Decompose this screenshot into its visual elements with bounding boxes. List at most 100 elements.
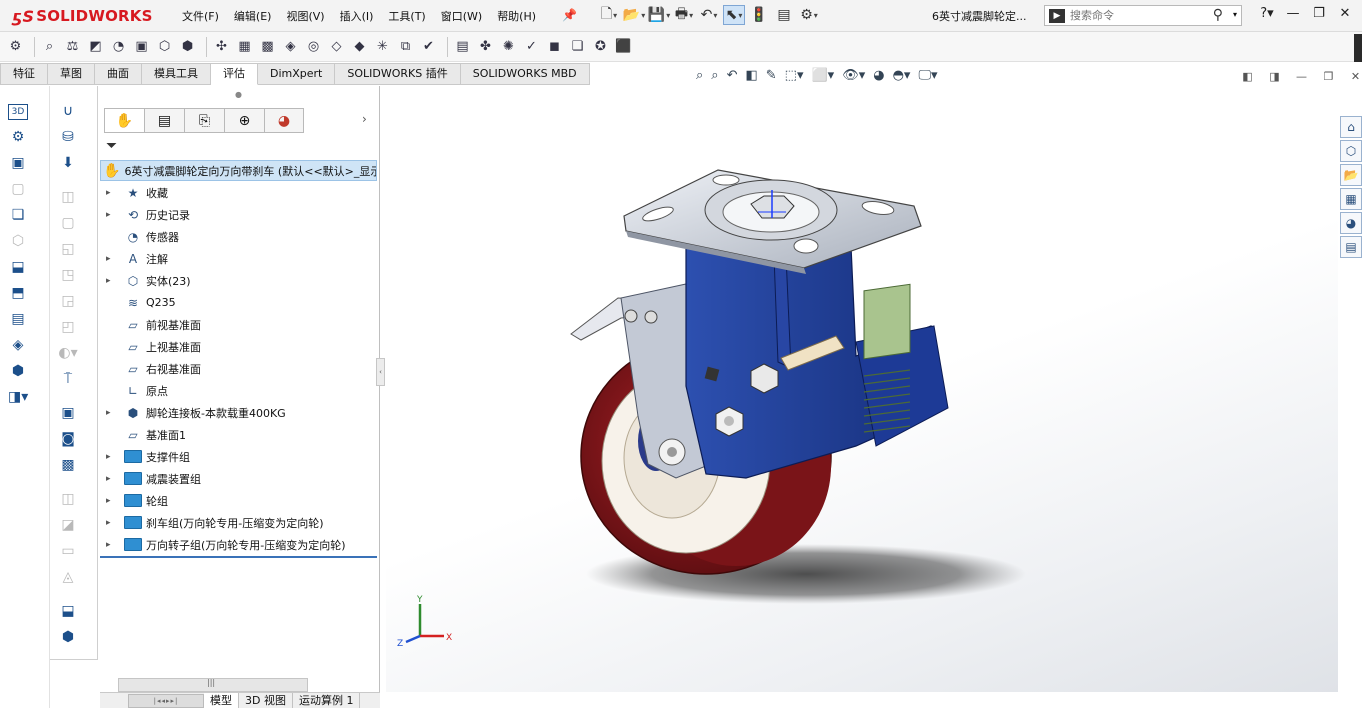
command-search-box[interactable]: ▶ ⚲ ▾ [1044,5,1242,26]
plastics-icon[interactable]: ✪ [591,37,610,56]
weldment-icon[interactable]: ⬓ [58,602,78,620]
apply-scene-icon[interactable]: ◓▾ [893,68,911,83]
tree-node[interactable]: ▱ 基准面1 [100,424,377,445]
view-settings-icon[interactable]: 🖵▾ [918,68,937,83]
section-properties-icon[interactable]: ◩ [86,37,105,56]
costing-icon[interactable]: ✺ [499,37,518,56]
dimxpert-manager-tab-icon[interactable]: ⊕ [224,108,264,133]
expand-arrow-icon[interactable]: ▸ [106,408,116,418]
tree-node[interactable]: ▸ A 注解 [100,248,377,269]
design-library-icon[interactable]: ⬡ [1340,140,1362,162]
wrap-icon[interactable]: ▣ [58,404,78,422]
help-question-icon[interactable]: ?▾ [1254,6,1280,21]
display-style-icon[interactable]: ⬜▾ [811,68,834,83]
smart-fastener-icon[interactable]: ⛁ [58,128,78,146]
mass-properties-icon[interactable]: ⚖ [63,37,82,56]
zebra-stripes-icon[interactable]: ▦ [235,37,254,56]
move-component-icon[interactable]: ⬇ [58,154,78,172]
checkmark-circle-icon[interactable]: ✓ [522,37,541,56]
measure-icon[interactable]: ⌕ [40,37,59,56]
parting-line-icon[interactable]: ◇ [327,37,346,56]
magnet-icon[interactable]: ∪ [58,102,78,120]
simulation-expert-icon[interactable]: ▤ [453,37,472,56]
custom-properties-icon[interactable]: ▤ [1340,236,1362,258]
toolbar-scroll-handle[interactable] [1354,34,1362,62]
tree-horizontal-scrollbar[interactable] [118,678,308,692]
tree-node[interactable]: ▸ ★ 收藏 [100,182,377,203]
caster-wheel-model[interactable] [386,86,1338,692]
grid-pattern-icon[interactable]: ▩ [58,456,78,474]
expand-arrow-icon[interactable]: ▸ [106,474,116,484]
restore-icon[interactable]: ❐ [1306,6,1332,21]
filter-funnel-icon[interactable]: ⏷ [106,138,117,154]
view-orientation-icon[interactable]: ⬚▾ [785,68,804,83]
configuration-manager-tab-icon[interactable]: ⎘ [184,108,224,133]
expand-arrow-icon[interactable]: ▸ [106,540,116,550]
compare-documents-icon[interactable]: ⧉ [396,37,415,56]
sensor-toolbar-icon[interactable]: ◔ [109,37,128,56]
flow-simulation-icon[interactable]: ✤ [476,37,495,56]
tree-node[interactable]: ▸ 轮组 [100,490,377,511]
expand-arrow-icon[interactable]: ▸ [106,188,116,198]
interference-detection-icon[interactable]: ✣ [212,37,231,56]
tab-evaluate[interactable]: 评估 [211,63,258,85]
sheet-stack-icon[interactable]: ❏ [568,37,587,56]
pattern-icon[interactable]: ❏ [8,206,28,224]
zoom-to-area-icon[interactable]: ⌕ [711,68,718,83]
symmetry-check-icon[interactable]: ✳ [373,37,392,56]
menu-edit[interactable]: 编辑(E) [234,8,272,24]
revolve-icon[interactable]: ⬒ [8,284,28,302]
open-document-icon[interactable]: 📂 [623,5,645,25]
tab-solidworks-addins[interactable]: SOLIDWORKS 插件 [335,63,461,85]
tree-root-part[interactable]: ✋ 6英寸减震脚轮定向万向带刹车 (默认<<默认>_显示状态 1>) [100,160,377,181]
expand-arrow-icon[interactable]: ▸ [106,210,116,220]
doc-close-icon[interactable]: ✕ [1342,70,1362,83]
select-pointer-icon[interactable]: ⬉ [723,5,745,25]
assembly-mate-icon[interactable]: ⚙ [8,128,28,146]
design-checker-icon[interactable]: ⚙ [6,37,25,56]
instant3d-icon[interactable]: ⬢ [58,628,78,646]
extrude-icon[interactable]: ⬓ [8,258,28,276]
appearances-scenes-icon[interactable]: ◕ [1340,212,1362,234]
tab-motion-study-1[interactable]: 运动算例 1 [293,692,361,708]
tree-node[interactable]: ▸ 万向转子组(万向轮专用-压缩变为定向轮) [100,534,377,555]
tab-solidworks-mbd[interactable]: SOLIDWORKS MBD [460,63,590,85]
feature-manager-tab-icon[interactable]: ✋ [104,108,144,133]
tree-node[interactable]: ▸ ⬢ 脚轮连接板-本款载重400KG [100,402,377,423]
tab-surfaces[interactable]: 曲面 [95,63,142,85]
section-view-icon[interactable]: ◧ [745,68,757,83]
tree-node[interactable]: ▸ 刹车组(万向轮专用-压缩变为定向轮) [100,512,377,533]
sustainability-icon[interactable]: ◼ [545,37,564,56]
tree-node[interactable]: ▸ 减震装置组 [100,468,377,489]
command-search-input[interactable] [1070,9,1200,22]
solidworks-resources-home-icon[interactable]: ⌂ [1340,116,1362,138]
tree-node[interactable]: ◔ 传感器 [100,226,377,247]
rebuild-traffic-light-icon[interactable]: 🚦 [748,5,770,25]
close-window-icon[interactable]: ✕ [1332,6,1358,21]
component-box-icon[interactable]: ▣ [8,154,28,172]
tile-left-icon[interactable]: ◧ [1234,70,1261,83]
tab-sketch[interactable]: 草图 [48,63,95,85]
menu-file[interactable]: 文件(F) [182,8,219,24]
dynamic-annotation-icon[interactable]: ✎ [766,68,777,83]
print-icon[interactable]: 🖶 [673,5,695,25]
mushroom-tool-icon[interactable]: ⍑ [58,370,78,388]
tree-node[interactable]: ▸ 支撑件组 [100,446,377,467]
expand-arrow-icon[interactable]: ▸ [106,452,116,462]
statistics-icon[interactable]: ▣ [132,37,151,56]
menu-view[interactable]: 视图(V) [286,8,324,24]
tab-navigation-arrows[interactable]: |◂◂▸▸| [128,693,204,708]
previous-view-icon[interactable]: ↶ [727,68,738,83]
view-palette-icon[interactable]: ▦ [1340,188,1362,210]
search-icon[interactable]: ⚲ [1213,7,1223,23]
cube-gold-icon[interactable]: ⬛ [614,37,633,56]
tab-mold-tools[interactable]: 模具工具 [142,63,211,85]
menu-tools[interactable]: 工具(T) [388,8,425,24]
hide-show-items-icon[interactable]: 👁▾ [842,68,865,83]
tree-node[interactable]: ▱ 上视基准面 [100,336,377,357]
shell-icon[interactable]: ⬢ [8,362,28,380]
expand-arrow-icon[interactable]: ▸ [106,254,116,264]
undo-icon[interactable]: ↶ [698,5,720,25]
edit-appearance-icon[interactable]: ◕ [873,68,884,83]
tree-node[interactable]: ▱ 右视基准面 [100,358,377,379]
